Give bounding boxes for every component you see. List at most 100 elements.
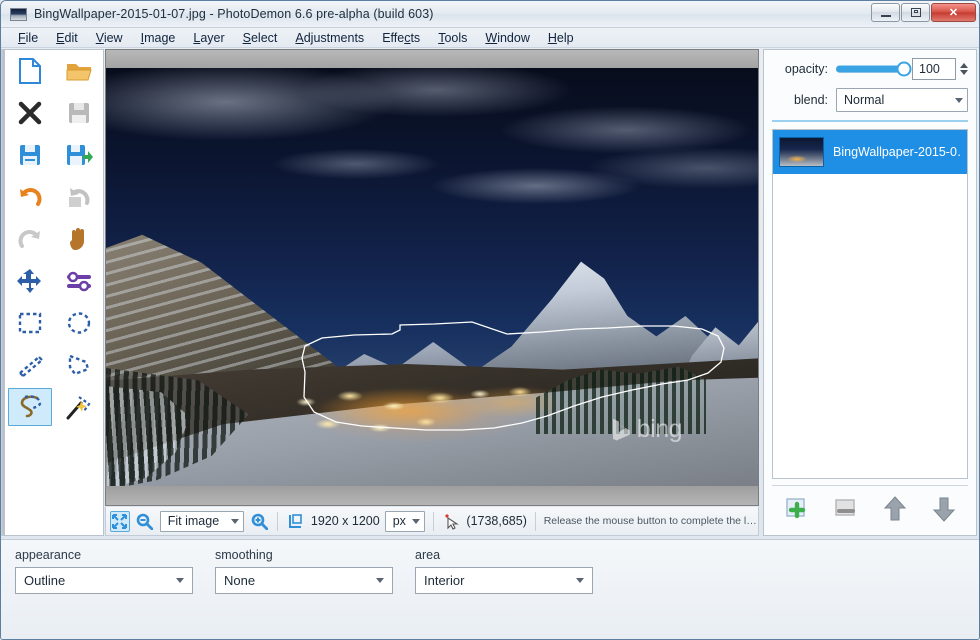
smoothing-dropdown[interactable]: None (215, 567, 393, 594)
opacity-spin-arrows[interactable] (960, 63, 968, 75)
tool-close-image[interactable] (5, 92, 54, 134)
menu-select[interactable]: Select (234, 29, 287, 47)
opacity-spinner[interactable]: 100 (912, 58, 968, 80)
area-value: Interior (424, 573, 465, 588)
menu-layer[interactable]: Layer (184, 29, 233, 47)
zoom-out-button[interactable] (135, 511, 155, 532)
status-separator-3 (534, 511, 536, 531)
restore-icon (910, 8, 921, 17)
tool-save-as[interactable] (54, 134, 103, 176)
tool-hand-pan[interactable] (54, 218, 103, 260)
menu-adjustments[interactable]: Adjustments (286, 29, 373, 47)
menu-edit[interactable]: Edit (47, 29, 87, 47)
tools-toolbar (4, 49, 104, 536)
window-controls: ✕ (871, 3, 976, 22)
menu-window[interactable]: Window (476, 29, 538, 47)
chevron-down-icon (231, 518, 240, 524)
tool-redo-disabled[interactable] (5, 218, 54, 260)
tool-rect-select[interactable] (5, 302, 54, 344)
layer-actions (772, 485, 968, 531)
fit-to-window-button[interactable] (110, 510, 130, 532)
add-layer-button[interactable] (780, 494, 814, 524)
menu-view[interactable]: View (87, 29, 132, 47)
appearance-dropdown[interactable]: Outline (15, 567, 193, 594)
restore-button[interactable] (901, 3, 930, 22)
bing-logo-icon (612, 418, 630, 441)
tool-new-image[interactable] (5, 50, 54, 92)
chevron-down-icon (176, 578, 184, 583)
status-separator-2 (432, 511, 434, 531)
layer-thumbnail (779, 137, 824, 167)
tool-quick-adjustments[interactable] (54, 260, 103, 302)
tool-ellipse-select[interactable] (54, 302, 103, 344)
menu-help[interactable]: Help (539, 29, 583, 47)
title-bar: BingWallpaper-2015-01-07.jpg - PhotoDemo… (1, 1, 979, 28)
close-button[interactable]: ✕ (931, 3, 976, 22)
move-layer-up-button[interactable] (878, 494, 912, 524)
appearance-label: appearance (15, 548, 82, 562)
bing-watermark: bing (612, 415, 683, 444)
tool-magic-wand[interactable] (54, 386, 103, 428)
menu-effects[interactable]: Effects (373, 29, 429, 47)
image-content: bing (106, 68, 758, 488)
menu-tools[interactable]: Tools (429, 29, 476, 47)
move-layer-icon (16, 269, 41, 293)
tool-open-image[interactable] (54, 50, 103, 92)
chevron-down-icon (411, 518, 420, 524)
zoom-level-dropdown[interactable]: Fit image (159, 510, 245, 532)
tool-line-select[interactable] (5, 344, 54, 386)
option-group-smoothing: smoothing None (215, 548, 393, 639)
tool-polygon-select[interactable] (54, 344, 103, 386)
option-group-appearance: appearance Outline (15, 548, 193, 639)
image-canvas[interactable]: bing (105, 49, 759, 506)
canvas-matte-top (106, 50, 758, 68)
minimize-icon (880, 14, 891, 17)
zoom-level-value: Fit image (167, 514, 220, 528)
minimize-button[interactable] (871, 3, 900, 22)
open-image-icon (66, 64, 92, 81)
add-layer-icon (785, 497, 805, 518)
delete-layer-icon (834, 498, 855, 516)
status-message: Release the mouse button to complete the… (543, 515, 758, 527)
panel-divider (772, 120, 968, 122)
bing-watermark-text: bing (636, 415, 683, 443)
opacity-label: opacity: (784, 62, 828, 76)
zoom-out-icon (137, 513, 154, 530)
opacity-input[interactable]: 100 (912, 58, 956, 80)
chevron-down-icon (955, 97, 963, 103)
unit-value: px (392, 514, 406, 528)
layer-list-item[interactable]: BingWallpaper-2015-0… (773, 130, 967, 174)
unit-dropdown[interactable]: px (384, 510, 425, 532)
move-layer-down-button[interactable] (927, 494, 961, 524)
new-image-icon (18, 58, 41, 84)
zoom-in-button[interactable] (249, 511, 269, 532)
tool-options-bar: appearance Outline smoothing None area I… (1, 539, 979, 639)
tool-save[interactable] (5, 134, 54, 176)
area-dropdown[interactable]: Interior (415, 567, 593, 594)
blend-mode-dropdown[interactable]: Normal (836, 88, 968, 112)
status-separator-1 (277, 511, 278, 531)
chevron-down-icon (576, 578, 584, 583)
tool-undo[interactable] (5, 176, 54, 218)
opacity-row: opacity: 100 (772, 58, 968, 80)
window-icon (10, 7, 27, 21)
tool-save-disabled[interactable] (54, 92, 103, 134)
blend-mode-value: Normal (844, 93, 885, 107)
polygon-select-icon (68, 354, 89, 376)
arrow-up-icon (883, 495, 906, 520)
image-size-icon (289, 513, 303, 528)
spinner-up-icon[interactable] (960, 63, 968, 68)
image-size-indicator (286, 511, 306, 532)
layer-list[interactable]: BingWallpaper-2015-0… (772, 129, 968, 479)
opacity-knob[interactable] (896, 61, 912, 77)
menu-image[interactable]: Image (132, 29, 185, 47)
tool-move-layer[interactable] (5, 260, 54, 302)
menu-file[interactable]: File (9, 29, 47, 47)
delete-layer-button[interactable] (829, 494, 863, 524)
spinner-down-icon[interactable] (960, 70, 968, 75)
village-lights (284, 382, 554, 452)
canvas-matte-bottom (106, 486, 758, 505)
opacity-slider[interactable] (836, 60, 912, 78)
tool-lasso-select[interactable] (5, 386, 54, 428)
tool-undo-history-disabled[interactable] (54, 176, 103, 218)
